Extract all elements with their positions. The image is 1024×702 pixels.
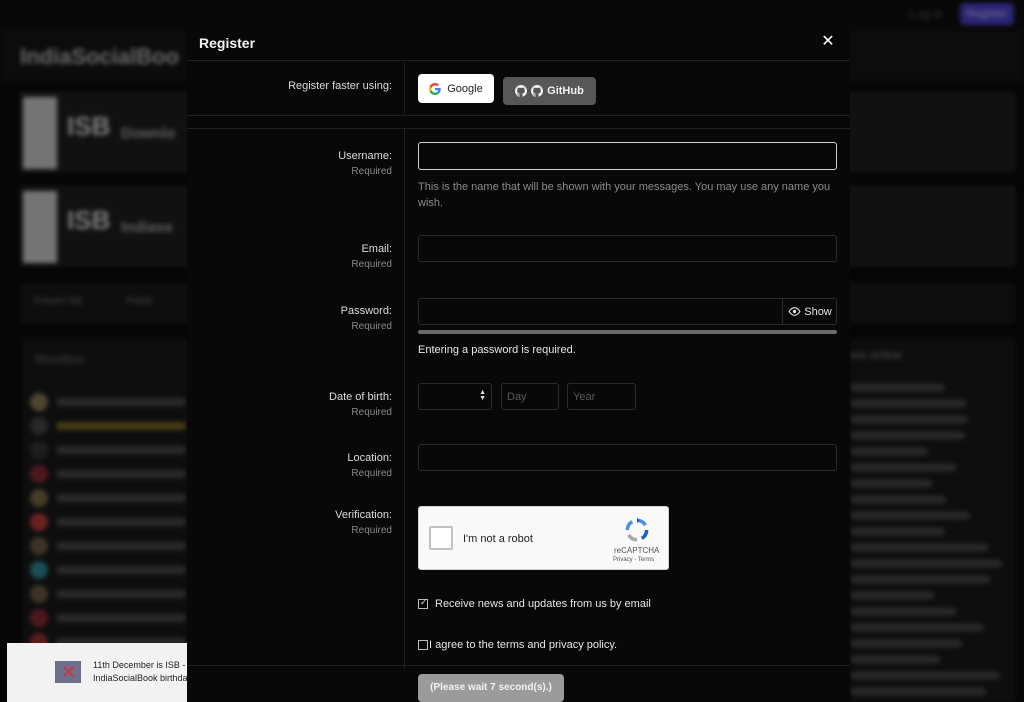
list-item <box>30 441 190 459</box>
tab-posts[interactable]: Posts <box>126 295 154 307</box>
toast-line: 11th December is ISB - <box>93 660 186 670</box>
register-submit-button[interactable]: (Please wait 7 second(s).) <box>418 674 564 702</box>
list-item <box>30 393 190 411</box>
members-online-title: ers online <box>850 348 903 362</box>
show-password-button[interactable]: Show <box>782 298 837 325</box>
notice-title: Downlo <box>121 125 176 142</box>
list-item <box>30 585 190 603</box>
social-register-label: Register faster using: <box>288 80 392 92</box>
username-required: Required <box>351 166 392 177</box>
sort-arrows-icon: ▲ ▼ <box>479 389 486 402</box>
dob-year-input[interactable] <box>567 383 636 410</box>
password-required: Required <box>351 321 392 332</box>
recaptcha-checkbox[interactable] <box>429 526 453 550</box>
tab-forum-list[interactable]: Forum list <box>34 295 82 307</box>
dob-label: Date of birth: <box>329 391 392 403</box>
news-checkbox-row[interactable]: Receive news and updates from us by emai… <box>418 597 651 610</box>
list-item <box>30 513 190 531</box>
shoutbox-title: Shoutbox <box>34 352 85 366</box>
toast-line: IndiaSocialBook birthda <box>93 673 188 683</box>
news-checkbox-label: Receive news and updates from us by emai… <box>435 598 651 610</box>
recaptcha-text: I'm not a robot <box>463 533 533 545</box>
notice-logo: ISB <box>67 205 111 235</box>
terms-checkbox-label: I agree to the terms and privacy policy. <box>429 639 618 651</box>
site-name[interactable]: IndiaSocialBoo <box>20 44 179 70</box>
username-input[interactable] <box>418 142 837 170</box>
notice-logo: ISB <box>67 111 111 141</box>
email-label: Email: <box>361 243 392 255</box>
notice-thumbnail <box>23 97 57 169</box>
eye-icon <box>788 307 801 316</box>
broken-image-icon <box>55 661 81 683</box>
list-item <box>30 561 190 579</box>
recaptcha-brand: reCAPTCHA <box>614 546 660 555</box>
notice-thumbnail <box>23 191 57 263</box>
email-required: Required <box>351 259 392 270</box>
notification-toast[interactable]: 11th December is ISB - IndiaSocialBook b… <box>7 643 192 702</box>
login-link[interactable]: Log in <box>910 7 943 21</box>
modal-header: Register ✕ <box>187 22 850 61</box>
verification-label: Verification: <box>335 509 392 521</box>
verification-required: Required <box>351 525 392 536</box>
github-icon <box>531 85 544 97</box>
list-item <box>30 417 190 435</box>
list-item <box>30 609 190 627</box>
password-message: Entering a password is required. <box>418 344 576 356</box>
password-strength-bar <box>418 330 837 334</box>
list-item <box>30 537 190 555</box>
list-item <box>30 465 190 483</box>
github-button[interactable]: GitHub <box>503 77 596 105</box>
location-required: Required <box>351 468 392 479</box>
dob-required: Required <box>351 407 392 418</box>
recaptcha-widget: I'm not a robot reCAPTCHA Privacy - Term… <box>418 506 669 570</box>
username-label: Username: <box>338 150 392 162</box>
password-input[interactable] <box>418 298 837 325</box>
recaptcha-links[interactable]: Privacy - Terms <box>613 557 654 563</box>
google-icon <box>429 82 441 95</box>
password-label: Password: <box>340 305 392 317</box>
github-icon <box>515 85 528 97</box>
recaptcha-logo-icon <box>625 517 649 542</box>
list-item <box>30 489 190 507</box>
dob-month-select[interactable]: ▲ ▼ <box>418 383 492 410</box>
register-link[interactable]: Register <box>960 3 1014 25</box>
notice-title: Indiase <box>121 219 173 236</box>
github-button-label: GitHub <box>547 85 584 97</box>
modal-title: Register <box>199 35 256 51</box>
username-hint: This is the name that will be shown with… <box>418 181 831 209</box>
google-button[interactable]: Google <box>418 74 494 103</box>
location-input[interactable] <box>418 444 837 471</box>
dob-day-input[interactable] <box>501 383 559 410</box>
register-modal: Register ✕ Register faster using: Google… <box>187 22 850 702</box>
show-password-label: Show <box>804 305 832 318</box>
news-checkbox[interactable] <box>418 597 428 609</box>
members-online-panel <box>850 338 1016 702</box>
terms-checkbox-row[interactable]: I agree to the terms and privacy policy. <box>418 639 617 651</box>
google-button-label: Google <box>447 82 483 95</box>
terms-checkbox[interactable] <box>418 640 428 650</box>
close-icon[interactable]: ✕ <box>820 34 836 50</box>
email-input[interactable] <box>418 235 837 262</box>
location-label: Location: <box>347 452 392 464</box>
